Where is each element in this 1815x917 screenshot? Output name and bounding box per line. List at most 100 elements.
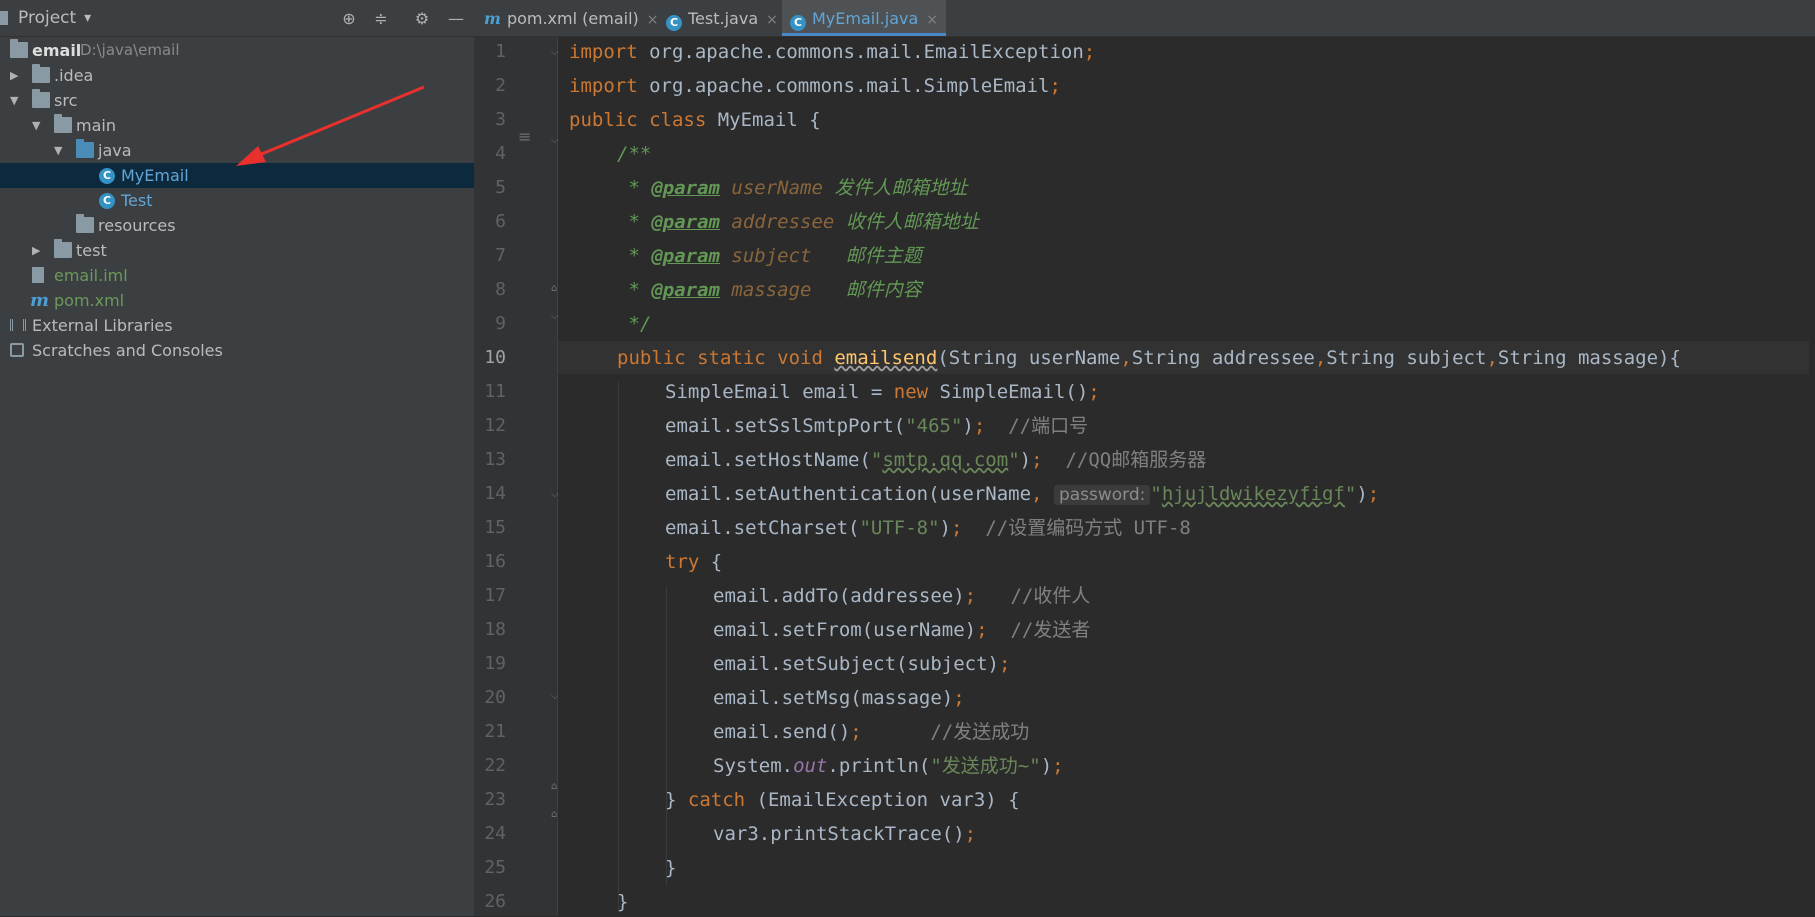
parameter-hint: password: <box>1053 485 1151 505</box>
tree-item-external-libraries[interactable]: External Libraries <box>0 313 474 338</box>
annotation-arrow-head <box>236 146 266 166</box>
tree-label: pom.xml <box>54 291 125 310</box>
fold-marker-icon[interactable]: ⌵ <box>551 311 563 323</box>
editor-scrollbar[interactable] <box>1809 37 1815 916</box>
libraries-icon <box>10 319 26 331</box>
line-number: 9 <box>495 313 506 334</box>
tree-label: test <box>76 241 107 260</box>
class-icon: C <box>790 15 806 31</box>
project-panel: Project ▾ ⊕ ≑ ⚙ — email D:\java\email ▶ … <box>0 0 474 916</box>
line-number: 17 <box>484 585 506 606</box>
resources-folder-icon <box>76 214 94 233</box>
folder-icon <box>54 239 72 258</box>
tab-label: MyEmail.java <box>812 9 919 28</box>
tree-item-email-iml[interactable]: email.iml <box>0 263 474 288</box>
code-line[interactable]: email.addTo(addressee); //收件人 <box>713 581 1090 611</box>
annotation-arrow-shaft <box>251 85 425 160</box>
code-line[interactable]: email.send(); //发送成功 <box>713 717 1029 747</box>
line-number: 8 <box>495 279 506 300</box>
maven-icon: m <box>484 9 501 28</box>
code-line[interactable]: public class MyEmail { <box>569 105 821 135</box>
class-icon: C <box>666 15 682 31</box>
code-line[interactable]: SimpleEmail email = new SimpleEmail(); <box>665 377 1100 407</box>
code-line[interactable]: email.setHostName("smtp.qq.com"); //QQ邮箱… <box>665 445 1206 475</box>
code-line[interactable]: * @param massage 邮件内容 <box>617 275 921 305</box>
code-line[interactable]: } <box>617 887 628 917</box>
line-number: 5 <box>495 177 506 198</box>
fold-marker-icon[interactable]: ⌂ <box>551 781 563 793</box>
tree-item-test[interactable]: ▶ test <box>0 238 474 263</box>
close-icon[interactable]: × <box>647 1 659 39</box>
fold-marker-icon[interactable]: ⌂ <box>551 809 563 821</box>
line-number: 20 <box>484 687 506 708</box>
tree-label: Scratches and Consoles <box>32 341 223 360</box>
code-line[interactable]: email.setAuthentication(userName, passwo… <box>665 479 1379 509</box>
code-line-current[interactable]: public static void emailsend(String user… <box>617 343 1681 373</box>
indent-guide <box>618 382 619 912</box>
editor-tab-bar: m pom.xml (email) × C Test.java × C MyEmail.j… <box>474 0 1815 37</box>
tab-label: Test.java <box>688 9 759 28</box>
line-number: 19 <box>484 653 506 674</box>
line-number: 21 <box>484 721 506 742</box>
tree-item-resources[interactable]: resources <box>0 213 474 238</box>
code-line[interactable]: } catch (EmailException var3) { <box>665 785 1020 815</box>
code-line[interactable]: email.setFrom(userName); //发送者 <box>713 615 1090 645</box>
tree-item-pom[interactable]: m pom.xml <box>0 288 474 313</box>
fold-marker-icon[interactable]: ⌵ <box>551 489 563 501</box>
code-line[interactable]: * @param addressee 收件人邮箱地址 <box>617 207 978 237</box>
line-number: 6 <box>495 211 506 232</box>
fold-marker-icon[interactable]: ⌵ <box>551 691 563 703</box>
line-number-gutter <box>474 37 558 916</box>
code-line[interactable]: email.setSubject(subject); <box>713 649 1010 679</box>
line-number: 24 <box>484 823 506 844</box>
code-line[interactable]: var3.printStackTrace(); <box>713 819 976 849</box>
line-number: 18 <box>484 619 506 640</box>
code-editor[interactable]: ⌵ ⌵ ⌂ ⌵ ⌵ ⌵ ⌂ ⌂ ≡ 1 2 3 4 5 6 7 8 9 10 1… <box>474 37 1815 916</box>
code-line[interactable]: */ <box>617 309 651 339</box>
ide-window: Project ▾ ⊕ ≑ ⚙ — email D:\java\email ▶ … <box>0 0 1815 916</box>
code-line[interactable]: import org.apache.commons.mail.SimpleEma… <box>569 71 1061 101</box>
code-line[interactable]: email.setMsg(massage); <box>713 683 965 713</box>
line-number: 13 <box>484 449 506 470</box>
line-number-current: 10 <box>484 347 506 368</box>
tree-label: email.iml <box>54 266 128 285</box>
tab-myemail-java[interactable]: C MyEmail.java × <box>782 0 947 39</box>
line-number: 15 <box>484 517 506 538</box>
tab-pom-xml[interactable]: m pom.xml (email) × <box>484 0 658 36</box>
tab-label: pom.xml (email) <box>506 9 639 28</box>
line-number: 3 <box>495 109 506 130</box>
line-number: 16 <box>484 551 506 572</box>
indent-guide <box>666 586 667 886</box>
module-file-icon <box>32 267 44 283</box>
line-number: 23 <box>484 789 506 810</box>
close-icon[interactable]: × <box>766 1 778 39</box>
line-number: 2 <box>495 75 506 96</box>
tab-test-java[interactable]: C Test.java × <box>666 0 778 36</box>
code-line[interactable]: /** <box>617 139 651 169</box>
expand-arrow-icon[interactable]: ▶ <box>32 238 44 263</box>
fold-marker-icon[interactable]: ⌂ <box>551 283 563 295</box>
tree-label: resources <box>98 216 176 235</box>
code-line[interactable]: import org.apache.commons.mail.EmailExce… <box>569 37 1095 67</box>
line-number: 22 <box>484 755 506 776</box>
line-number: 25 <box>484 857 506 878</box>
tree-item-scratches[interactable]: Scratches and Consoles <box>0 338 474 363</box>
code-line[interactable]: System.out.println("发送成功~"); <box>713 751 1064 781</box>
tree-label: External Libraries <box>32 316 173 335</box>
fold-marker-icon[interactable]: ⌵ <box>551 47 563 59</box>
fold-marker-icon[interactable]: ⌵ <box>551 135 563 147</box>
close-icon[interactable]: × <box>926 1 938 39</box>
scratches-icon <box>10 343 24 357</box>
annotation-arrow <box>236 85 425 166</box>
line-number: 26 <box>484 891 506 912</box>
code-line[interactable]: email.setCharset("UTF-8"); //设置编码方式 UTF-… <box>665 513 1191 543</box>
line-number: 11 <box>484 381 506 402</box>
doc-render-icon[interactable]: ≡ <box>518 127 531 146</box>
code-line[interactable]: * @param subject 邮件主题 <box>617 241 921 271</box>
line-number: 1 <box>495 41 506 62</box>
code-line[interactable]: email.setSslSmtpPort("465"); //端口号 <box>665 411 1088 441</box>
code-line[interactable]: try { <box>665 547 722 577</box>
code-line[interactable]: * @param userName 发件人邮箱地址 <box>617 173 967 203</box>
code-line[interactable]: } <box>665 853 676 883</box>
line-number: 7 <box>495 245 506 266</box>
